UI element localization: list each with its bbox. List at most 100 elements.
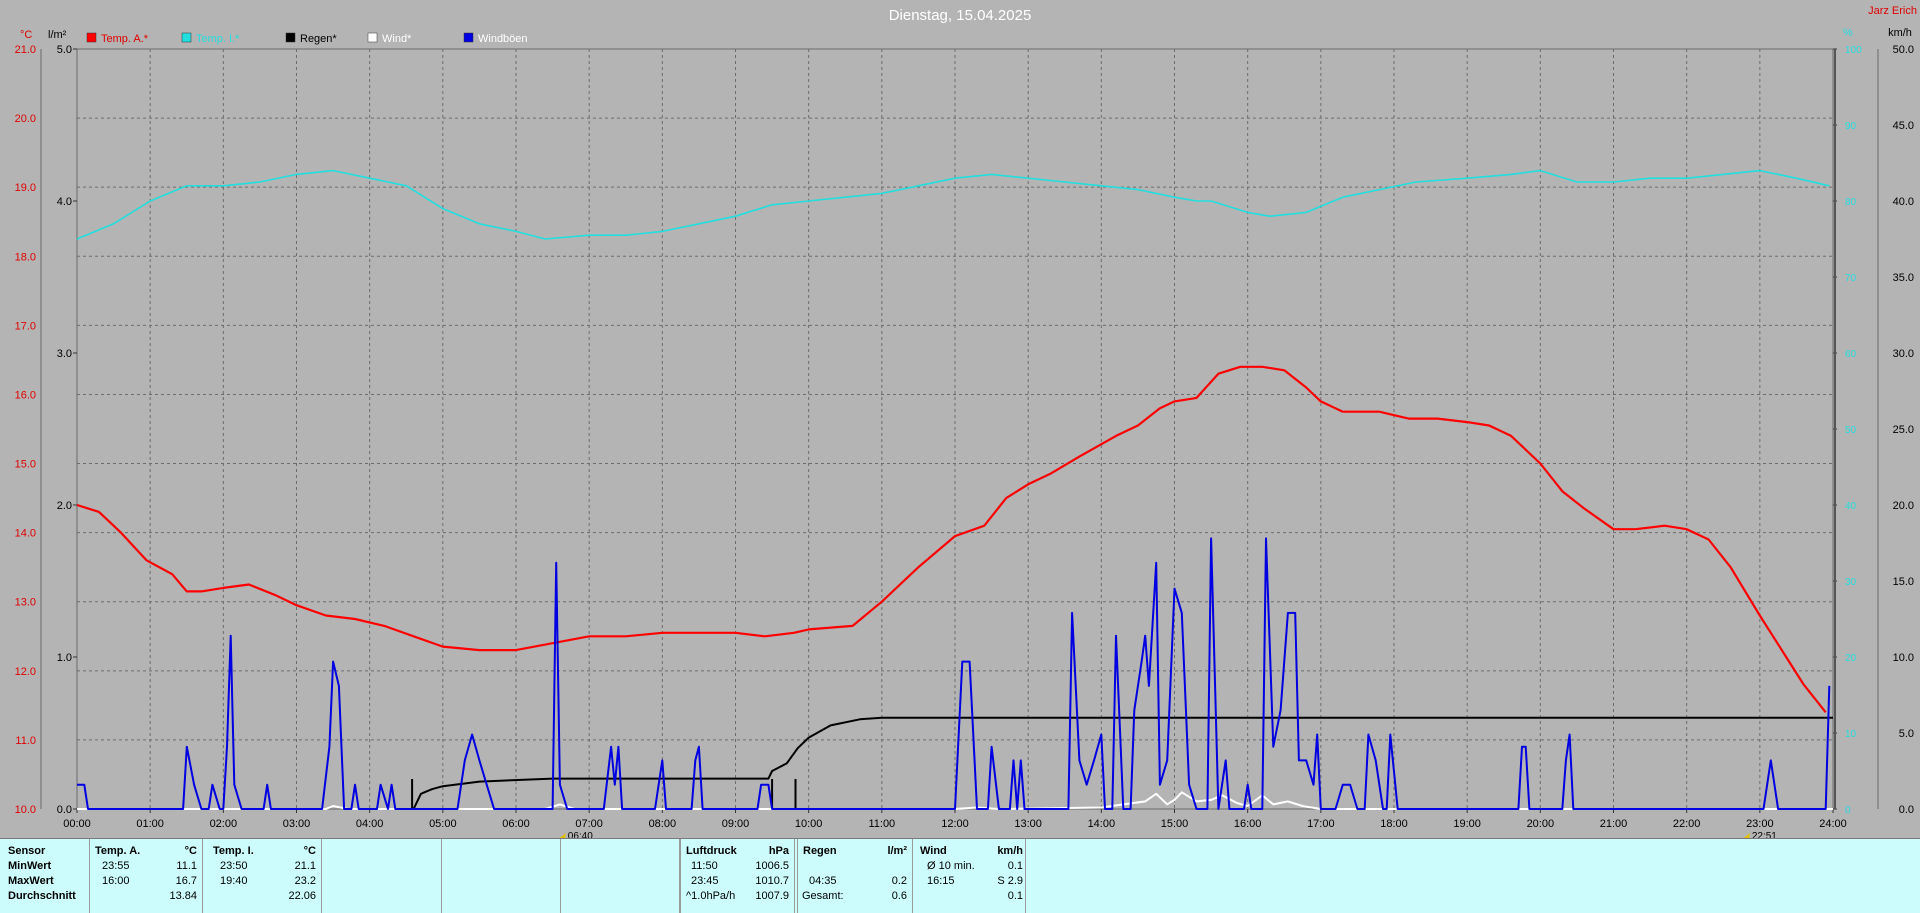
luftdruck-trend-label: ^1.0hPa/h xyxy=(686,890,736,902)
temp-i-unit: °C xyxy=(303,845,316,857)
wind-tick-label: 50.0 xyxy=(1893,44,1914,56)
temp-i-max-time: 19:40 xyxy=(220,875,248,887)
luftdruck-max-val: 1010.7 xyxy=(755,875,789,887)
x-tick-label: 17:00 xyxy=(1307,818,1335,830)
wind-tick-label: 0.0 xyxy=(1899,804,1914,816)
temp-tick-label: 18.0 xyxy=(15,251,36,263)
temp-i-min-time: 23:50 xyxy=(220,860,248,872)
wind-max-time: 16:15 xyxy=(927,875,955,887)
humidity-tick-label: 10 xyxy=(1845,729,1857,740)
temp-a-min-val: 11.1 xyxy=(176,860,197,872)
regen-max-time: 04:35 xyxy=(809,875,837,887)
wind-avg10-label: Ø 10 min. xyxy=(927,860,975,872)
x-tick-label: 16:00 xyxy=(1234,818,1262,830)
legend-swatch xyxy=(181,32,192,43)
regen-unit: l/m² xyxy=(887,845,907,857)
temp-tick-label: 10.0 xyxy=(15,804,36,816)
wind-tick-label: 45.0 xyxy=(1893,120,1914,132)
x-tick-label: 15:00 xyxy=(1161,818,1189,830)
x-tick-label: 24:00 xyxy=(1819,818,1847,830)
temp-tick-label: 14.0 xyxy=(15,528,36,540)
wind-max-val: S 2.9 xyxy=(997,875,1023,887)
temp-i-min-val: 21.1 xyxy=(294,860,316,872)
x-tick-label: 08:00 xyxy=(649,818,677,830)
humidity-tick-label: 30 xyxy=(1845,577,1857,588)
temp-a-max-time: 16:00 xyxy=(102,875,130,887)
x-tick-label: 06:00 xyxy=(502,818,530,830)
wind-tick-label: 30.0 xyxy=(1893,348,1914,360)
x-tick-label: 00:00 xyxy=(63,818,91,830)
wind-avg: 0.1 xyxy=(1007,890,1023,902)
x-tick-label: 12:00 xyxy=(941,818,969,830)
wind-tick-label: 20.0 xyxy=(1893,500,1914,512)
rain-tick-label: 1.0 xyxy=(57,652,72,664)
temp-tick-label: 17.0 xyxy=(15,320,36,332)
luftdruck-unit: hPa xyxy=(768,845,789,857)
legend-label: Windböen xyxy=(478,33,528,45)
x-tick-label: 07:00 xyxy=(575,818,603,830)
temp-tick-label: 12.0 xyxy=(15,666,36,678)
wind-tick-label: 10.0 xyxy=(1893,652,1914,664)
x-tick-label: 14:00 xyxy=(1088,818,1116,830)
legend-swatch xyxy=(367,32,378,43)
luftdruck-max-time: 23:45 xyxy=(691,875,719,887)
wind-avg10-val: 0.1 xyxy=(1007,860,1023,872)
temp-i-avg: 22.06 xyxy=(288,890,316,902)
legend-label: Regen* xyxy=(300,33,337,45)
x-tick-label: 03:00 xyxy=(283,818,311,830)
luftdruck-avg: 1007.9 xyxy=(755,890,789,902)
rain-tick-label: 3.0 xyxy=(57,348,72,360)
humidity-tick-label: 80 xyxy=(1845,197,1857,208)
regen-total: 0.6 xyxy=(891,890,907,902)
wind-tick-label: 25.0 xyxy=(1893,424,1914,436)
humidity-tick-label: 90 xyxy=(1845,121,1857,132)
stats-panel: Sensor MinWert MaxWert Durchschnitt Temp… xyxy=(0,838,1920,913)
x-tick-label: 11:00 xyxy=(868,818,895,830)
temp-tick-label: 15.0 xyxy=(15,459,36,471)
wind-tick-label: 35.0 xyxy=(1893,272,1914,284)
humidity-tick-label: 20 xyxy=(1845,653,1857,664)
stats-labels: Sensor MinWert MaxWert Durchschnitt xyxy=(0,839,89,913)
temp-unit-label: °C xyxy=(20,29,32,41)
stats-empty-2 xyxy=(441,839,561,913)
temp-tick-label: 21.0 xyxy=(15,44,36,56)
x-tick-label: 23:00 xyxy=(1746,818,1774,830)
temp-tick-label: 11.0 xyxy=(15,735,36,747)
stats-temp-i: Temp. I. °C 23:50 21.1 19:40 23.2 22.06 xyxy=(202,839,322,913)
sunset-time-label: 22:51 xyxy=(1752,831,1777,838)
legend-label: Temp. I.* xyxy=(196,33,240,45)
min-label: MinWert xyxy=(8,860,52,872)
temp-a-min-time: 23:55 xyxy=(102,860,130,872)
x-tick-label: 22:00 xyxy=(1673,818,1701,830)
rain-tick-label: 2.0 xyxy=(57,500,72,512)
max-label: MaxWert xyxy=(8,875,54,887)
luftdruck-header: Luftdruck xyxy=(686,845,737,857)
author-label: Jarz Erich xyxy=(1868,5,1917,17)
stats-wind: Wind km/h Ø 10 min. 0.1 16:15 S 2.9 0.1 xyxy=(912,839,1026,913)
wind-header: Wind xyxy=(920,845,947,857)
temp-a-unit: °C xyxy=(184,845,197,857)
humidity-unit-label: % xyxy=(1843,27,1853,39)
x-tick-label: 02:00 xyxy=(210,818,238,830)
legend-swatch xyxy=(285,32,296,43)
temp-a-max-val: 16.7 xyxy=(175,875,197,887)
x-tick-label: 01:00 xyxy=(136,818,164,830)
humidity-tick-label: 40 xyxy=(1845,501,1857,512)
temp-i-max-val: 23.2 xyxy=(294,875,316,887)
legend: Temp. A.* Temp. I.* Regen* Wind* Windböen xyxy=(86,32,528,45)
x-tick-label: 13:00 xyxy=(1014,818,1042,830)
regen-total-label: Gesamt: xyxy=(802,890,844,902)
rain-unit-label: l/m² xyxy=(48,29,67,41)
legend-label: Temp. A.* xyxy=(101,33,149,45)
rain-tick-label: 4.0 xyxy=(57,196,72,208)
x-tick-label: 05:00 xyxy=(429,818,457,830)
humidity-tick-label: 0 xyxy=(1845,805,1851,816)
regen-max-val: 0.2 xyxy=(891,875,907,887)
legend-swatch xyxy=(86,32,97,43)
x-tick-label: 19:00 xyxy=(1453,818,1481,830)
wind-tick-label: 5.0 xyxy=(1899,728,1914,740)
wind-tick-label: 15.0 xyxy=(1893,576,1914,588)
temp-tick-label: 20.0 xyxy=(15,113,36,125)
temp-tick-label: 13.0 xyxy=(15,597,36,609)
temp-tick-label: 19.0 xyxy=(15,182,36,194)
